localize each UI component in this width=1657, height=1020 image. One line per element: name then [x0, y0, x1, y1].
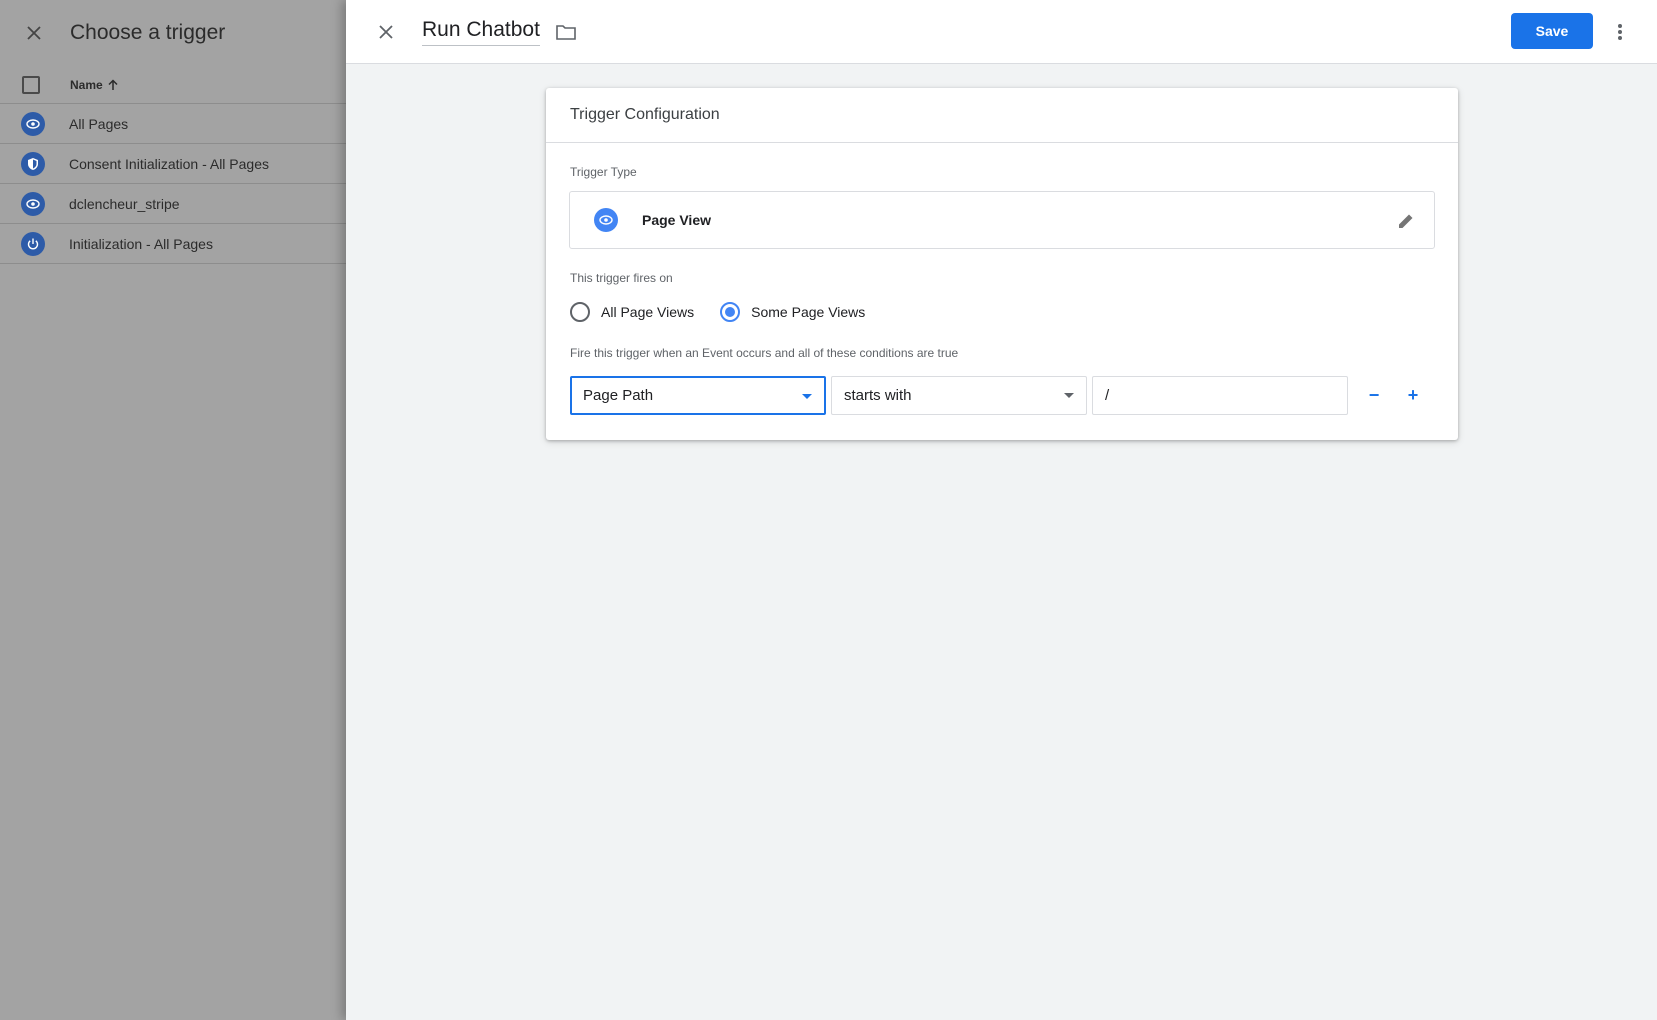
- arrow-up-icon: [108, 78, 118, 90]
- radio-some-page-views[interactable]: Some Page Views: [720, 302, 865, 322]
- trigger-row-consent-initialization[interactable]: Consent Initialization - All Pages: [0, 144, 346, 184]
- trigger-editor-panel: Run Chatbot Save Trigger Configuration T…: [346, 0, 1657, 1020]
- trigger-chooser-title: Choose a trigger: [70, 21, 226, 44]
- save-button[interactable]: Save: [1511, 13, 1593, 49]
- fires-on-label: This trigger fires on: [570, 271, 673, 285]
- folder-button[interactable]: [554, 20, 578, 44]
- folder-icon: [556, 24, 576, 40]
- condition-row: Page Path starts with − +: [570, 376, 1427, 415]
- condition-value-input[interactable]: [1092, 376, 1348, 415]
- trigger-type-value: Page View: [642, 212, 712, 228]
- condition-label: Fire this trigger when an Event occurs a…: [570, 346, 959, 360]
- trigger-row-initialization[interactable]: Initialization - All Pages: [0, 224, 346, 264]
- trigger-row-label: Consent Initialization - All Pages: [69, 155, 269, 172]
- trigger-editor-header: Run Chatbot Save: [346, 0, 1657, 64]
- radio-button[interactable]: [570, 302, 590, 322]
- select-all-checkbox[interactable]: [22, 75, 40, 94]
- add-condition-button[interactable]: +: [1399, 382, 1427, 410]
- fires-on-radio-group: All Page Views Some Page Views: [570, 302, 891, 322]
- radio-label: All Page Views: [601, 304, 695, 320]
- more-options-button[interactable]: [1608, 18, 1632, 46]
- name-column-sort[interactable]: Name: [70, 78, 119, 92]
- trigger-list-header: Name: [0, 66, 346, 104]
- power-icon: [21, 231, 45, 256]
- radio-label: Some Page Views: [751, 304, 866, 320]
- trigger-chooser-panel: Choose a trigger Name All Pages Consent …: [0, 0, 346, 1020]
- trigger-row-dclencheur-stripe[interactable]: dclencheur_stripe: [0, 184, 346, 224]
- eye-icon: [21, 111, 45, 136]
- eye-icon: [594, 208, 618, 232]
- close-icon: [27, 26, 41, 40]
- more-vert-icon: [1618, 24, 1622, 40]
- trigger-type-selector[interactable]: Page View: [569, 191, 1435, 249]
- eye-icon: [21, 191, 45, 216]
- trigger-row-label: dclencheur_stripe: [69, 195, 180, 212]
- variable-select-value: Page Path: [583, 387, 654, 404]
- trigger-row-label: All Pages: [69, 115, 129, 132]
- shield-icon: [21, 151, 45, 176]
- close-icon: [379, 24, 393, 39]
- trigger-name-field[interactable]: Run Chatbot: [422, 18, 540, 46]
- remove-condition-button[interactable]: −: [1360, 382, 1388, 410]
- close-trigger-chooser-button[interactable]: [20, 19, 48, 47]
- pencil-icon: [1399, 214, 1413, 228]
- dropdown-arrow-icon: [1064, 393, 1074, 398]
- close-trigger-editor-button[interactable]: [372, 18, 400, 46]
- dropdown-arrow-icon: [802, 394, 812, 399]
- trigger-row-label: Initialization - All Pages: [69, 235, 213, 252]
- radio-button-selected[interactable]: [720, 302, 741, 322]
- variable-select[interactable]: Page Path: [570, 376, 826, 415]
- name-column-label: Name: [70, 77, 103, 92]
- operator-select[interactable]: starts with: [831, 376, 1087, 415]
- radio-all-page-views[interactable]: All Page Views: [570, 302, 694, 322]
- trigger-chooser-header: Choose a trigger: [0, 0, 346, 66]
- operator-select-value: starts with: [844, 387, 912, 404]
- trigger-type-label: Trigger Type: [570, 165, 637, 179]
- edit-trigger-type-button[interactable]: [1394, 209, 1418, 233]
- trigger-configuration-card: Trigger Configuration Trigger Type Page …: [546, 88, 1458, 440]
- trigger-row-all-pages[interactable]: All Pages: [0, 104, 346, 144]
- card-title: Trigger Configuration: [546, 88, 1458, 143]
